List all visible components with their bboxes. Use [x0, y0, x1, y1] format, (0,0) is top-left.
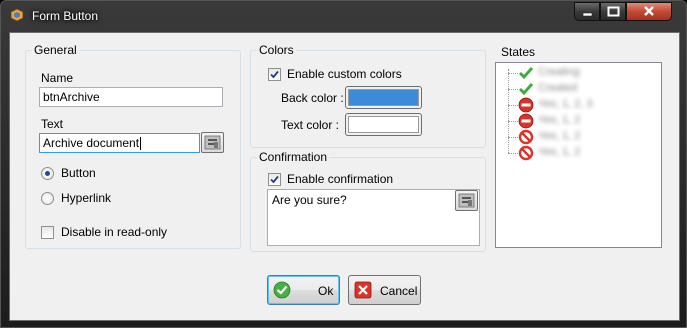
tree-branch — [508, 105, 518, 106]
hyperlink-type-label: Hyperlink — [61, 191, 112, 205]
state-label: Yes, 1, 2 — [538, 114, 581, 126]
check-icon — [518, 67, 534, 80]
text-color-label: Text color : — [281, 118, 340, 132]
back-color-label: Back color : — [281, 91, 344, 105]
state-item[interactable]: Yes, 1, 2 — [496, 129, 656, 145]
close-icon — [644, 6, 654, 16]
readonly-checkbox[interactable] — [41, 226, 54, 239]
tree-branch — [508, 89, 518, 90]
dialog-body: General Name btnArchive Text Archive doc… — [9, 32, 680, 321]
button-type-radio[interactable] — [41, 167, 54, 180]
state-item[interactable]: Yes, 1, 2 — [496, 113, 656, 129]
cancel-button[interactable]: Cancel — [348, 275, 421, 305]
states-tree[interactable]: Creating Created Yes, 1, 2, 3 Yes, 1, 2 — [495, 62, 662, 248]
minimize-button[interactable] — [574, 2, 600, 21]
text-field[interactable]: Archive document — [39, 133, 200, 153]
state-item[interactable]: Yes, 1, 2 — [496, 145, 656, 161]
general-title: General — [32, 43, 79, 57]
checkmark-icon — [270, 175, 279, 184]
checkmark-icon — [270, 70, 279, 79]
colors-group: Colors Enable custom colors Back color :… — [250, 43, 486, 148]
text-color-picker[interactable] — [345, 113, 422, 136]
title-bar[interactable]: Form Button — [1, 1, 686, 31]
back-color-picker[interactable] — [345, 86, 422, 109]
no-entry-icon — [518, 97, 534, 113]
text-caret — [140, 137, 142, 151]
text-label: Text — [41, 117, 64, 131]
readonly-label: Disable in read-only — [61, 225, 168, 239]
state-label: Created — [538, 82, 578, 94]
confirmation-checkbox[interactable] — [268, 173, 281, 186]
states-title: States — [501, 45, 536, 59]
button-type-label: Button — [61, 166, 96, 180]
state-item[interactable]: Yes, 1, 2, 3 — [496, 97, 656, 113]
state-item[interactable]: Creating — [496, 65, 656, 81]
tree-branch — [508, 73, 518, 74]
name-label: Name — [41, 71, 74, 85]
confirmation-group: Confirmation Enable confirmation Are you… — [250, 150, 486, 252]
translate-icon — [204, 135, 221, 150]
state-label: Yes, 1, 2 — [538, 130, 581, 142]
ok-button[interactable]: Ok — [267, 275, 340, 305]
state-label: Yes, 1, 2 — [538, 146, 581, 158]
name-field[interactable]: btnArchive — [39, 87, 223, 107]
general-group: General Name btnArchive Text Archive doc… — [25, 43, 241, 249]
confirmation-title: Confirmation — [257, 150, 330, 164]
hyperlink-type-radio[interactable] — [41, 192, 54, 205]
minimize-icon — [582, 12, 593, 17]
check-icon — [518, 83, 534, 96]
maximize-button[interactable] — [600, 2, 626, 21]
ok-label: Ok — [318, 284, 334, 298]
prohibited-icon — [518, 145, 534, 161]
colors-title: Colors — [257, 43, 296, 57]
state-label: Yes, 1, 2, 3 — [538, 98, 593, 110]
maximize-icon — [607, 6, 620, 17]
text-color-swatch — [348, 116, 419, 133]
back-color-swatch — [348, 89, 419, 106]
state-label: Creating — [538, 66, 580, 78]
text-field-value: Archive document — [43, 136, 140, 150]
state-item[interactable]: Created — [496, 81, 656, 97]
prohibited-icon — [518, 129, 534, 145]
close-button[interactable] — [626, 2, 672, 21]
confirmation-message: Are you sure? — [272, 193, 347, 207]
tree-branch — [508, 137, 518, 138]
dialog-window: Form Button General Name btnArchive Text… — [0, 0, 687, 328]
window-title: Form Button — [32, 9, 99, 23]
confirmation-label: Enable confirmation — [287, 172, 394, 186]
text-translate-button[interactable] — [201, 132, 224, 153]
check-circle-icon — [273, 281, 291, 299]
custom-colors-label: Enable custom colors — [287, 67, 402, 81]
tree-branch — [508, 121, 518, 122]
translate-icon — [458, 193, 475, 208]
cancel-label: Cancel — [380, 284, 418, 298]
tree-branch — [508, 153, 518, 154]
message-translate-button[interactable] — [455, 190, 478, 211]
radio-selected-dot — [45, 171, 50, 176]
cancel-icon — [354, 281, 372, 299]
custom-colors-checkbox[interactable] — [268, 68, 281, 81]
no-entry-icon — [518, 113, 534, 129]
confirmation-message-field[interactable]: Are you sure? — [267, 189, 480, 246]
app-icon — [11, 9, 23, 21]
